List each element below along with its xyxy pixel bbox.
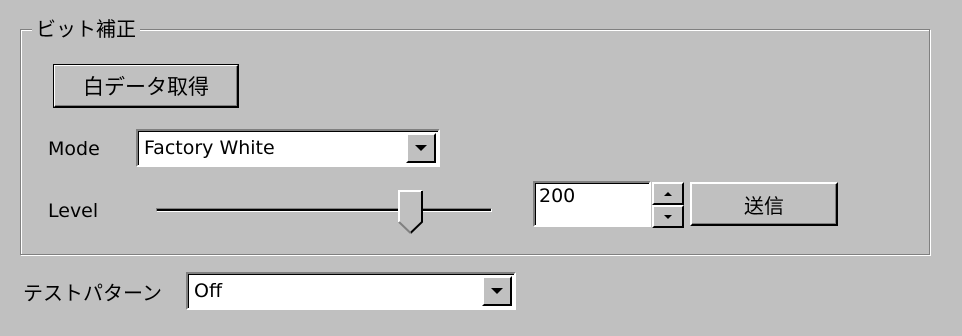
mode-dropdown-button[interactable] — [406, 133, 436, 163]
dropdown-arrow-icon — [415, 145, 427, 151]
mode-select-value: Factory White — [144, 137, 275, 159]
acquire-white-data-button[interactable]: 白データ取得 — [53, 64, 239, 108]
spin-up-button[interactable] — [652, 182, 684, 205]
level-slider-thumb[interactable] — [398, 190, 424, 234]
send-button[interactable]: 送信 — [690, 182, 838, 226]
bit-correction-group-title: ビット補正 — [32, 14, 140, 44]
test-pattern-select[interactable]: Off — [186, 272, 516, 310]
test-pattern-select-value: Off — [194, 280, 223, 302]
level-value-input[interactable]: 200 — [533, 181, 651, 227]
test-pattern-dropdown-button[interactable] — [482, 276, 512, 306]
mode-label: Mode — [48, 138, 100, 160]
dropdown-arrow-icon — [491, 288, 503, 294]
level-label: Level — [48, 200, 99, 222]
spin-down-button[interactable] — [652, 205, 684, 228]
level-spinner[interactable] — [652, 182, 684, 228]
spin-down-icon — [664, 214, 672, 219]
level-slider-track[interactable] — [156, 208, 492, 212]
spin-up-icon — [664, 191, 672, 196]
test-pattern-label: テストパターン — [23, 281, 162, 305]
mode-select[interactable]: Factory White — [136, 129, 440, 167]
